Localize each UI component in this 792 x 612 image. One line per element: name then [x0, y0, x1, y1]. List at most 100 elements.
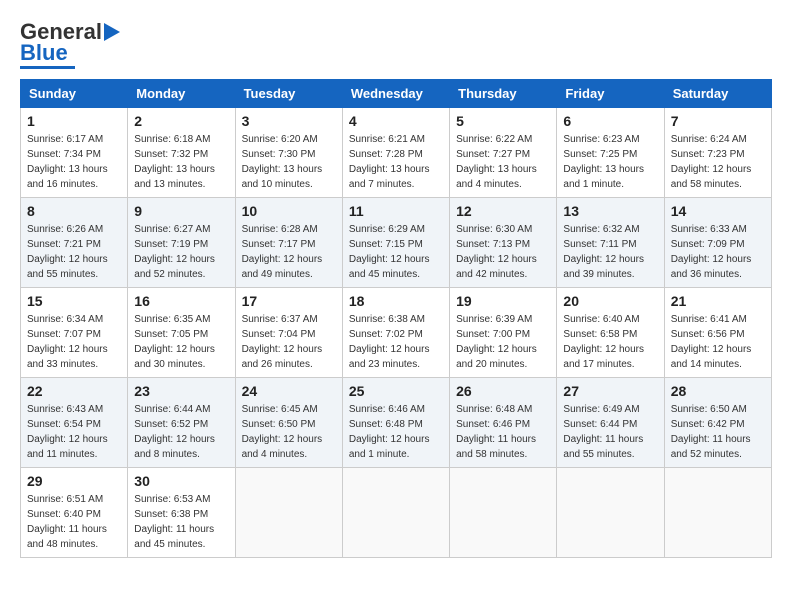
- day-number: 28: [671, 383, 765, 399]
- day-info: Sunrise: 6:44 AMSunset: 6:52 PMDaylight:…: [134, 402, 228, 462]
- day-number: 27: [563, 383, 657, 399]
- day-info: Sunrise: 6:49 AMSunset: 6:44 PMDaylight:…: [563, 402, 657, 462]
- weekday-header-monday: Monday: [128, 80, 235, 108]
- day-info: Sunrise: 6:48 AMSunset: 6:46 PMDaylight:…: [456, 402, 550, 462]
- calendar-cell: 28 Sunrise: 6:50 AMSunset: 6:42 PMDayligh…: [664, 378, 771, 468]
- weekday-header-sunday: Sunday: [21, 80, 128, 108]
- day-info: Sunrise: 6:34 AMSunset: 7:07 PMDaylight:…: [27, 312, 121, 372]
- day-info: Sunrise: 6:40 AMSunset: 6:58 PMDaylight:…: [563, 312, 657, 372]
- day-info: Sunrise: 6:43 AMSunset: 6:54 PMDaylight:…: [27, 402, 121, 462]
- day-number: 17: [242, 293, 336, 309]
- calendar-cell: 19Sunrise: 6:39 AMSunset: 7:00 PMDayligh…: [450, 288, 557, 378]
- weekday-header-thursday: Thursday: [450, 80, 557, 108]
- day-info: Sunrise: 6:24 AMSunset: 7:23 PMDaylight:…: [671, 132, 765, 192]
- day-info: Sunrise: 6:29 AMSunset: 7:15 PMDaylight:…: [349, 222, 443, 282]
- day-number: 7: [671, 113, 765, 129]
- calendar-cell: 2 Sunrise: 6:18 AMSunset: 7:32 PMDaylight…: [128, 108, 235, 198]
- calendar-cell: 18 Sunrise: 6:38 AMSunset: 7:02 PMDayligh…: [342, 288, 449, 378]
- calendar-week-row: 1 Sunrise: 6:17 AMSunset: 7:34 PMDaylight…: [21, 108, 772, 198]
- calendar-cell: 12 Sunrise: 6:30 AMSunset: 7:13 PMDayligh…: [450, 198, 557, 288]
- day-info: Sunrise: 6:28 AMSunset: 7:17 PMDaylight:…: [242, 222, 336, 282]
- logo: General Blue: [20, 20, 120, 69]
- day-info: Sunrise: 6:18 AMSunset: 7:32 PMDaylight:…: [134, 132, 228, 192]
- calendar-cell: [664, 468, 771, 558]
- calendar-cell: 26 Sunrise: 6:48 AMSunset: 6:46 PMDayligh…: [450, 378, 557, 468]
- calendar-cell: 21 Sunrise: 6:41 AMSunset: 6:56 PMDayligh…: [664, 288, 771, 378]
- day-number: 1: [27, 113, 121, 129]
- calendar-cell: [450, 468, 557, 558]
- day-info: Sunrise: 6:53 AMSunset: 6:38 PMDaylight:…: [134, 492, 228, 552]
- day-number: 23: [134, 383, 228, 399]
- day-number: 20: [563, 293, 657, 309]
- calendar-cell: [235, 468, 342, 558]
- day-info: Sunrise: 6:33 AMSunset: 7:09 PMDaylight:…: [671, 222, 765, 282]
- calendar-cell: 22 Sunrise: 6:43 AMSunset: 6:54 PMDayligh…: [21, 378, 128, 468]
- calendar-cell: 4 Sunrise: 6:21 AMSunset: 7:28 PMDaylight…: [342, 108, 449, 198]
- day-info: Sunrise: 6:45 AMSunset: 6:50 PMDaylight:…: [242, 402, 336, 462]
- day-info: Sunrise: 6:41 AMSunset: 6:56 PMDaylight:…: [671, 312, 765, 372]
- weekday-header-wednesday: Wednesday: [342, 80, 449, 108]
- calendar-week-row: 15 Sunrise: 6:34 AMSunset: 7:07 PMDayligh…: [21, 288, 772, 378]
- calendar-cell: 9 Sunrise: 6:27 AMSunset: 7:19 PMDaylight…: [128, 198, 235, 288]
- day-info: Sunrise: 6:17 AMSunset: 7:34 PMDaylight:…: [27, 132, 121, 192]
- calendar-cell: 20 Sunrise: 6:40 AMSunset: 6:58 PMDayligh…: [557, 288, 664, 378]
- day-number: 14: [671, 203, 765, 219]
- day-number: 22: [27, 383, 121, 399]
- day-info: Sunrise: 6:32 AMSunset: 7:11 PMDaylight:…: [563, 222, 657, 282]
- calendar-cell: 1 Sunrise: 6:17 AMSunset: 7:34 PMDaylight…: [21, 108, 128, 198]
- day-number: 5: [456, 113, 550, 129]
- day-number: 12: [456, 203, 550, 219]
- day-info: Sunrise: 6:26 AMSunset: 7:21 PMDaylight:…: [27, 222, 121, 282]
- day-number: 8: [27, 203, 121, 219]
- calendar-cell: 14 Sunrise: 6:33 AMSunset: 7:09 PMDayligh…: [664, 198, 771, 288]
- day-info: Sunrise: 6:30 AMSunset: 7:13 PMDaylight:…: [456, 222, 550, 282]
- day-info: Sunrise: 6:22 AMSunset: 7:27 PMDaylight:…: [456, 132, 550, 192]
- calendar-week-row: 22 Sunrise: 6:43 AMSunset: 6:54 PMDayligh…: [21, 378, 772, 468]
- calendar-cell: 30 Sunrise: 6:53 AMSunset: 6:38 PMDayligh…: [128, 468, 235, 558]
- day-number: 9: [134, 203, 228, 219]
- day-number: 30: [134, 473, 228, 489]
- day-info: Sunrise: 6:37 AMSunset: 7:04 PMDaylight:…: [242, 312, 336, 372]
- day-number: 11: [349, 203, 443, 219]
- day-info: Sunrise: 6:50 AMSunset: 6:42 PMDaylight:…: [671, 402, 765, 462]
- day-info: Sunrise: 6:51 AMSunset: 6:40 PMDaylight:…: [27, 492, 121, 552]
- weekday-header-tuesday: Tuesday: [235, 80, 342, 108]
- weekday-header-row: SundayMondayTuesdayWednesdayThursdayFrid…: [21, 80, 772, 108]
- calendar-cell: [557, 468, 664, 558]
- calendar-cell: 3Sunrise: 6:20 AMSunset: 7:30 PMDaylight…: [235, 108, 342, 198]
- calendar-cell: 13 Sunrise: 6:32 AMSunset: 7:11 PMDayligh…: [557, 198, 664, 288]
- day-info: Sunrise: 6:27 AMSunset: 7:19 PMDaylight:…: [134, 222, 228, 282]
- calendar-cell: 17 Sunrise: 6:37 AMSunset: 7:04 PMDayligh…: [235, 288, 342, 378]
- calendar-cell: 11 Sunrise: 6:29 AMSunset: 7:15 PMDayligh…: [342, 198, 449, 288]
- calendar-cell: 6Sunrise: 6:23 AMSunset: 7:25 PMDaylight…: [557, 108, 664, 198]
- calendar-cell: 15 Sunrise: 6:34 AMSunset: 7:07 PMDayligh…: [21, 288, 128, 378]
- day-info: Sunrise: 6:39 AMSunset: 7:00 PMDaylight:…: [456, 312, 550, 372]
- day-number: 29: [27, 473, 121, 489]
- day-number: 24: [242, 383, 336, 399]
- calendar-cell: 25Sunrise: 6:46 AMSunset: 6:48 PMDayligh…: [342, 378, 449, 468]
- day-number: 26: [456, 383, 550, 399]
- day-number: 15: [27, 293, 121, 309]
- calendar-cell: 8 Sunrise: 6:26 AMSunset: 7:21 PMDaylight…: [21, 198, 128, 288]
- calendar-cell: 24 Sunrise: 6:45 AMSunset: 6:50 PMDayligh…: [235, 378, 342, 468]
- day-info: Sunrise: 6:21 AMSunset: 7:28 PMDaylight:…: [349, 132, 443, 192]
- day-number: 13: [563, 203, 657, 219]
- calendar-body: 1 Sunrise: 6:17 AMSunset: 7:34 PMDaylight…: [21, 108, 772, 558]
- calendar-cell: 10 Sunrise: 6:28 AMSunset: 7:17 PMDayligh…: [235, 198, 342, 288]
- day-number: 10: [242, 203, 336, 219]
- day-number: 3: [242, 113, 336, 129]
- day-number: 18: [349, 293, 443, 309]
- day-info: Sunrise: 6:38 AMSunset: 7:02 PMDaylight:…: [349, 312, 443, 372]
- day-number: 2: [134, 113, 228, 129]
- calendar-table: SundayMondayTuesdayWednesdayThursdayFrid…: [20, 79, 772, 558]
- day-number: 25: [349, 383, 443, 399]
- calendar-cell: 16Sunrise: 6:35 AMSunset: 7:05 PMDayligh…: [128, 288, 235, 378]
- day-number: 4: [349, 113, 443, 129]
- weekday-header-friday: Friday: [557, 80, 664, 108]
- day-number: 21: [671, 293, 765, 309]
- calendar-cell: 29 Sunrise: 6:51 AMSunset: 6:40 PMDayligh…: [21, 468, 128, 558]
- day-info: Sunrise: 6:35 AMSunset: 7:05 PMDaylight:…: [134, 312, 228, 372]
- calendar-cell: 5 Sunrise: 6:22 AMSunset: 7:27 PMDaylight…: [450, 108, 557, 198]
- logo-blue: Blue: [20, 42, 68, 64]
- day-number: 6: [563, 113, 657, 129]
